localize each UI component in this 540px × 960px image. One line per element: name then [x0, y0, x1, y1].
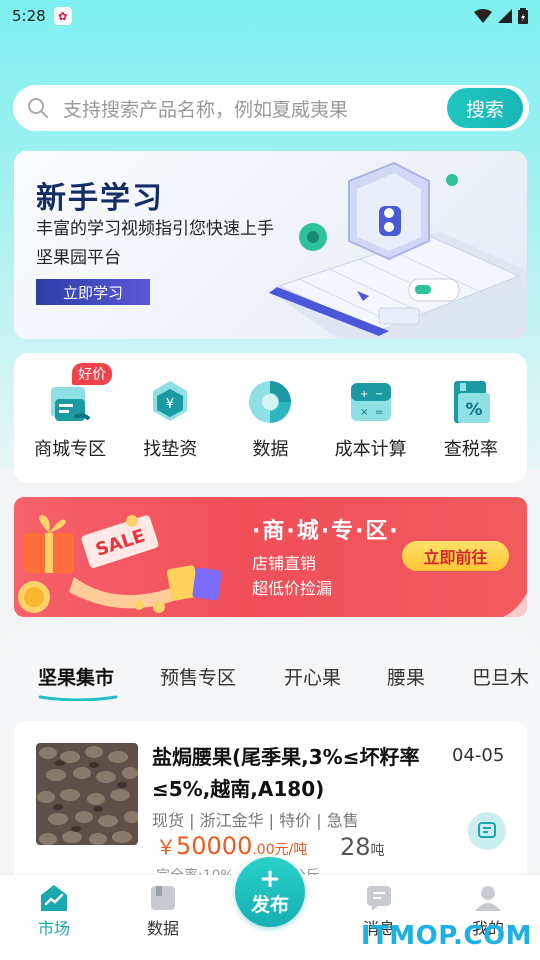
- site-watermark: ITMOP.COM: [360, 921, 532, 951]
- banner-subtitle-line2: 坚果园平台: [36, 248, 121, 268]
- data-chart-icon: [249, 381, 292, 423]
- status-time: 5:28: [12, 7, 46, 25]
- message-icon: [367, 886, 391, 911]
- mall-banner-line2: 超低价捡漏: [252, 579, 333, 598]
- tab-nut-market[interactable]: 坚果集市: [38, 663, 114, 690]
- price-unit: .00元/吨: [252, 842, 308, 858]
- page-curl-decoration: [503, 593, 527, 617]
- publish-label: 发布: [250, 893, 289, 916]
- battery-icon: [518, 8, 528, 24]
- category-cost-label: 成本计算: [334, 439, 407, 460]
- nav-data[interactable]: 数据: [133, 883, 193, 939]
- svg-text:+: +: [360, 389, 368, 400]
- mall-banner-title: ·商·城·专·区·: [252, 519, 400, 544]
- tab-almond[interactable]: 巴旦木: [472, 663, 529, 690]
- listing-title: 盐焗腰果(尾季果,3%≤坏籽率≤5%,越南,A180): [152, 745, 420, 801]
- tab-cashew[interactable]: 腰果: [387, 663, 425, 690]
- category-data-label: 数据: [252, 439, 289, 460]
- learning-illustration-icon: [269, 161, 527, 339]
- category-mall[interactable]: 好价 商城专区: [20, 353, 120, 483]
- newbie-learning-banner[interactable]: 新手学习 丰富的学习视频指引您快速上手 坚果园平台 立即学习: [14, 151, 527, 339]
- listing-price: ￥50000.00元/吨: [156, 831, 307, 860]
- listing-quantity: 28吨: [340, 833, 385, 861]
- quantity-unit: 吨: [370, 843, 385, 859]
- category-tax-label: 查税率: [443, 439, 498, 460]
- search-button[interactable]: 搜索: [447, 88, 523, 128]
- signal-icon: [498, 9, 512, 23]
- finance-icon: ¥: [153, 381, 188, 421]
- category-financing-label: 找垫资: [143, 439, 198, 460]
- svg-text:=: =: [375, 407, 383, 418]
- tax-rate-icon: %: [453, 381, 490, 423]
- nav-market-label: 市场: [37, 919, 70, 938]
- contact-seller-button[interactable]: [468, 812, 506, 850]
- tab-pistachio[interactable]: 开心果: [284, 663, 341, 690]
- app-notification-icon: ✿: [53, 7, 72, 25]
- quantity-value: 28: [340, 833, 371, 861]
- product-thumbnail: [36, 743, 138, 845]
- listing-date: 04-05: [452, 745, 505, 766]
- listing-tags: 现货 | 浙江金华 | 特价 | 急售: [152, 811, 359, 830]
- market-icon: [41, 885, 67, 911]
- nav-market[interactable]: 市场: [24, 883, 84, 939]
- go-now-button[interactable]: 立即前往: [402, 541, 509, 571]
- chat-icon: [478, 822, 496, 838]
- plus-icon: +: [259, 863, 281, 894]
- nav-data-label: 数据: [146, 919, 179, 938]
- currency-symbol: ￥: [156, 835, 176, 859]
- banner-title: 新手学习: [36, 181, 164, 216]
- category-mall-label: 商城专区: [34, 439, 107, 460]
- data-icon: [151, 886, 175, 910]
- learn-now-button[interactable]: 立即学习: [36, 279, 150, 305]
- wifi-icon: [474, 9, 492, 23]
- category-tax-rate[interactable]: % 查税率: [421, 353, 521, 483]
- profile-icon: [475, 886, 501, 911]
- category-tabs: 坚果集市 预售专区 开心果 腰果 巴旦木: [0, 648, 540, 698]
- category-financing[interactable]: ¥ 找垫资: [120, 353, 220, 483]
- svg-text:¥: ¥: [166, 397, 174, 412]
- mall-banner-line1: 店铺直销: [252, 554, 317, 573]
- category-grid: 好价 商城专区 ¥ 找垫资 数据 + − × = 成本计算 % 查税率: [14, 353, 527, 483]
- svg-text:×: ×: [360, 407, 368, 418]
- category-cost-calculator[interactable]: + − × = 成本计算: [321, 353, 421, 483]
- calculator-icon: + −× =: [350, 383, 391, 421]
- svg-text:%: %: [465, 400, 482, 420]
- hot-price-badge: 好价: [72, 363, 113, 385]
- tab-presale[interactable]: 预售专区: [160, 663, 236, 690]
- search-input[interactable]: 支持搜索产品名称，例如夏威夷果: [63, 95, 348, 122]
- active-tab-indicator: [38, 695, 118, 701]
- sale-gift-illustration-icon: SALE: [18, 515, 222, 613]
- status-bar: 5:28 ✿: [0, 0, 540, 32]
- svg-text:−: −: [375, 389, 383, 400]
- search-icon: [28, 98, 48, 118]
- status-icons: [474, 8, 528, 24]
- mall-zone-banner[interactable]: SALE ·商·城·专·区· 店铺直销 超低价捡漏 立即前往: [14, 497, 527, 617]
- category-data[interactable]: 数据: [220, 353, 320, 483]
- search-bar[interactable]: 支持搜索产品名称，例如夏威夷果 搜索: [13, 85, 529, 131]
- publish-button[interactable]: + 发布: [235, 857, 305, 927]
- price-value: 50000: [176, 832, 253, 860]
